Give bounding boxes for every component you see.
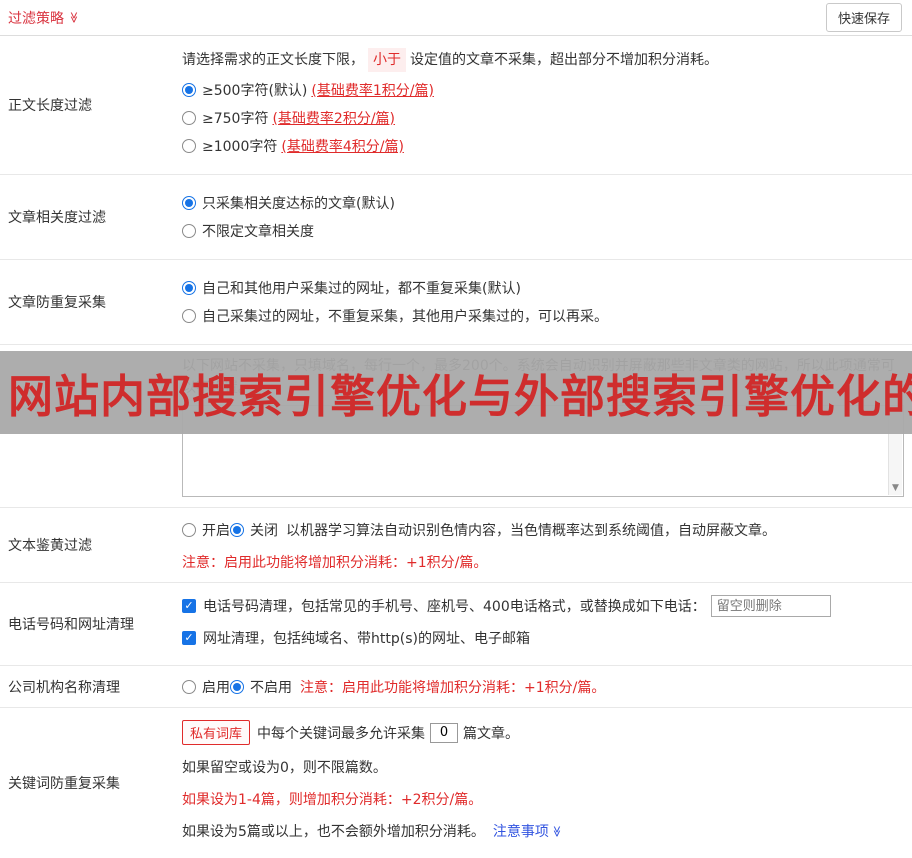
- phone-cleanup-line: ✓ 电话号码清理，包括常见的手机号、座机号、400电话格式，或替换成如下电话：: [182, 595, 904, 617]
- notice-link[interactable]: 注意事项 ≫: [493, 821, 563, 841]
- option-label: ≥750字符: [202, 111, 269, 127]
- keyword-note-1: 如果留空或设为0，则不限篇数。: [182, 760, 387, 776]
- radio-icon[interactable]: [182, 523, 196, 537]
- quick-save-button[interactable]: 快速保存: [825, 3, 902, 32]
- radio-icon[interactable]: [182, 139, 196, 153]
- notice-link-text: 注意事项: [492, 824, 549, 840]
- phone-url-label: 电话号码和网址清理: [8, 617, 134, 633]
- radio-option-dedup-self-only[interactable]: 自己采集过的网址，不重复采集，其他用户采集过的，可以再采。: [182, 306, 904, 326]
- dedup-label: 文章防重复采集: [8, 295, 106, 311]
- porn-filter-fee-note: 注意：启用此功能将增加积分消耗：+1积分/篇。: [182, 555, 488, 571]
- porn-filter-desc: 以机器学习算法自动识别色情内容，当色情概率达到系统阈值，自动屏蔽文章。: [286, 523, 776, 539]
- company-content: 启用 不启用 注意：启用此功能将增加积分消耗：+1积分/篇。: [178, 666, 912, 707]
- keyword-note-3-text: 如果设为5篇或以上，也不会额外增加积分消耗。: [182, 824, 485, 840]
- radio-option-500-chars[interactable]: ≥500字符(默认) (基础费率1积分/篇): [182, 80, 904, 100]
- option-label: ≥500字符(默认): [202, 83, 308, 99]
- replacement-phone-input[interactable]: [710, 595, 831, 617]
- chevron-down-icon: ≫: [550, 825, 564, 837]
- porn-filter-content: 开启 关闭 以机器学习算法自动识别色情内容，当色情概率达到系统阈值，自动屏蔽文章…: [178, 508, 912, 582]
- row-keyword-dedup: 关键词防重复采集 私有词库 中每个关键词最多允许采集 篇文章。 如果留空或设为0…: [0, 708, 912, 858]
- option-label: 不限定文章相关度: [202, 224, 314, 240]
- option-label: 不启用: [250, 679, 292, 696]
- option-label: ≥1000字符: [202, 139, 278, 155]
- radio-option-porn-on[interactable]: 开启: [182, 520, 230, 540]
- url-cleanup-text: 网址清理，包括纯域名、带http(s)的网址、电子邮箱: [203, 631, 530, 647]
- radio-option-relevance-off[interactable]: 不限定文章相关度: [182, 221, 904, 241]
- radio-option-company-on[interactable]: 启用: [182, 677, 230, 697]
- scrollbar-down-arrow-icon[interactable]: ▼: [889, 481, 902, 495]
- keyword-label: 关键词防重复采集: [8, 776, 120, 792]
- radio-option-750-chars[interactable]: ≥750字符 (基础费率2积分/篇): [182, 108, 904, 128]
- phone-cleanup-text: 电话号码清理，包括常见的手机号、座机号、400电话格式，或替换成如下电话：: [203, 599, 706, 615]
- phone-url-content: ✓ 电话号码清理，包括常见的手机号、座机号、400电话格式，或替换成如下电话： …: [178, 583, 912, 665]
- keyword-limit-text: 中每个关键词最多允许采集: [257, 725, 426, 742]
- radio-icon[interactable]: [230, 679, 244, 694]
- body-length-content: 请选择需求的正文长度下限， 小于 设定值的文章不采集，超出部分不增加积分消耗。 …: [178, 36, 912, 174]
- option-label: 自己和其他用户采集过的网址，都不重复采集(默认): [202, 281, 521, 297]
- page-title[interactable]: 过滤策略 ≫: [8, 8, 80, 28]
- keyword-limit-end: 篇文章。: [463, 725, 520, 742]
- topbar: 过滤策略 ≫ 快速保存: [0, 0, 912, 36]
- relevance-content: 只采集相关度达标的文章(默认) 不限定文章相关度: [178, 175, 912, 259]
- radio-icon[interactable]: [182, 281, 196, 295]
- keyword-note-3: 如果设为5篇或以上，也不会额外增加积分消耗。 注意事项 ≫: [182, 821, 904, 841]
- phone-cleanup-checkbox[interactable]: ✓: [182, 599, 196, 613]
- radio-option-porn-off[interactable]: 关闭: [230, 520, 278, 540]
- company-label: 公司机构名称清理: [8, 679, 120, 696]
- radio-icon[interactable]: [182, 196, 196, 210]
- option-fee-note: (基础费率4积分/篇): [281, 139, 404, 155]
- option-fee-note: (基础费率2积分/篇): [272, 111, 396, 127]
- row-body-length-filter: 正文长度过滤 请选择需求的正文长度下限， 小于 设定值的文章不采集，超出部分不增…: [0, 36, 912, 175]
- desc-highlight: 小于: [368, 48, 406, 72]
- row-phone-url-cleanup: 电话号码和网址清理 ✓ 电话号码清理，包括常见的手机号、座机号、400电话格式，…: [0, 583, 912, 666]
- radio-option-relevance-on[interactable]: 只采集相关度达标的文章(默认): [182, 193, 904, 213]
- porn-filter-options: 开启 关闭 以机器学习算法自动识别色情内容，当色情概率达到系统阈值，自动屏蔽文章…: [182, 520, 904, 540]
- row-dedup-collection: 文章防重复采集 自己和其他用户采集过的网址，都不重复采集(默认) 自己采集过的网…: [0, 260, 912, 345]
- private-lexicon-tag[interactable]: 私有词库: [182, 720, 251, 745]
- chevron-down-icon: ≫: [67, 11, 81, 24]
- radio-icon[interactable]: [182, 309, 196, 323]
- body-length-label: 正文长度过滤: [8, 98, 92, 114]
- body-length-desc: 请选择需求的正文长度下限， 小于 设定值的文章不采集，超出部分不增加积分消耗。: [182, 48, 904, 72]
- option-label: 开启: [202, 523, 230, 539]
- row-porn-filter: 文本鉴黄过滤 开启 关闭 以机器学习算法自动识别色情内容，当色情概率达到系统阈值…: [0, 508, 912, 583]
- url-cleanup-checkbox[interactable]: ✓: [182, 631, 196, 645]
- radio-icon[interactable]: [182, 83, 196, 97]
- option-label: 自己采集过的网址，不重复采集，其他用户采集过的，可以再采。: [202, 309, 608, 325]
- radio-option-dedup-all-users[interactable]: 自己和其他用户采集过的网址，都不重复采集(默认): [182, 278, 904, 298]
- option-label: 只采集相关度达标的文章(默认): [202, 196, 395, 212]
- radio-option-1000-chars[interactable]: ≥1000字符 (基础费率4积分/篇): [182, 136, 904, 156]
- desc-post: 设定值的文章不采集，超出部分不增加积分消耗。: [410, 52, 718, 68]
- dedup-content: 自己和其他用户采集过的网址，都不重复采集(默认) 自己采集过的网址，不重复采集，…: [178, 260, 912, 344]
- page-title-text: 过滤策略: [8, 10, 64, 27]
- relevance-label: 文章相关度过滤: [8, 210, 106, 226]
- keyword-note-2: 如果设为1-4篇，则增加积分消耗：+2积分/篇。: [182, 792, 483, 808]
- radio-icon[interactable]: [230, 523, 244, 537]
- option-fee-note: (基础费率1积分/篇): [311, 83, 434, 99]
- url-cleanup-line: ✓ 网址清理，包括纯域名、带http(s)的网址、电子邮箱: [182, 628, 904, 648]
- keyword-content: 私有词库 中每个关键词最多允许采集 篇文章。 如果留空或设为0，则不限篇数。 如…: [178, 708, 912, 858]
- option-label: 启用: [202, 679, 230, 696]
- keyword-count-input[interactable]: [430, 722, 459, 743]
- radio-icon[interactable]: [182, 679, 196, 694]
- keyword-limit-line: 私有词库 中每个关键词最多允许采集 篇文章。: [182, 720, 904, 745]
- row-relevance-filter: 文章相关度过滤 只采集相关度达标的文章(默认) 不限定文章相关度: [0, 175, 912, 260]
- desc-pre: 请选择需求的正文长度下限，: [182, 52, 364, 68]
- watermark-overlay: 网站内部搜索引擎优化与外部搜索引擎优化的相: [0, 351, 912, 434]
- porn-filter-label: 文本鉴黄过滤: [8, 538, 92, 554]
- watermark-text: 网站内部搜索引擎优化与外部搜索引擎优化的相: [8, 370, 912, 423]
- row-company-name-cleanup: 公司机构名称清理 启用 不启用 注意：启用此功能将增加积分消耗：+1积分/篇。: [0, 666, 912, 708]
- radio-icon[interactable]: [182, 224, 196, 238]
- option-label: 关闭: [250, 523, 278, 539]
- company-fee-note: 注意：启用此功能将增加积分消耗：+1积分/篇。: [300, 679, 606, 696]
- radio-option-company-off[interactable]: 不启用: [230, 677, 292, 697]
- radio-icon[interactable]: [182, 111, 196, 125]
